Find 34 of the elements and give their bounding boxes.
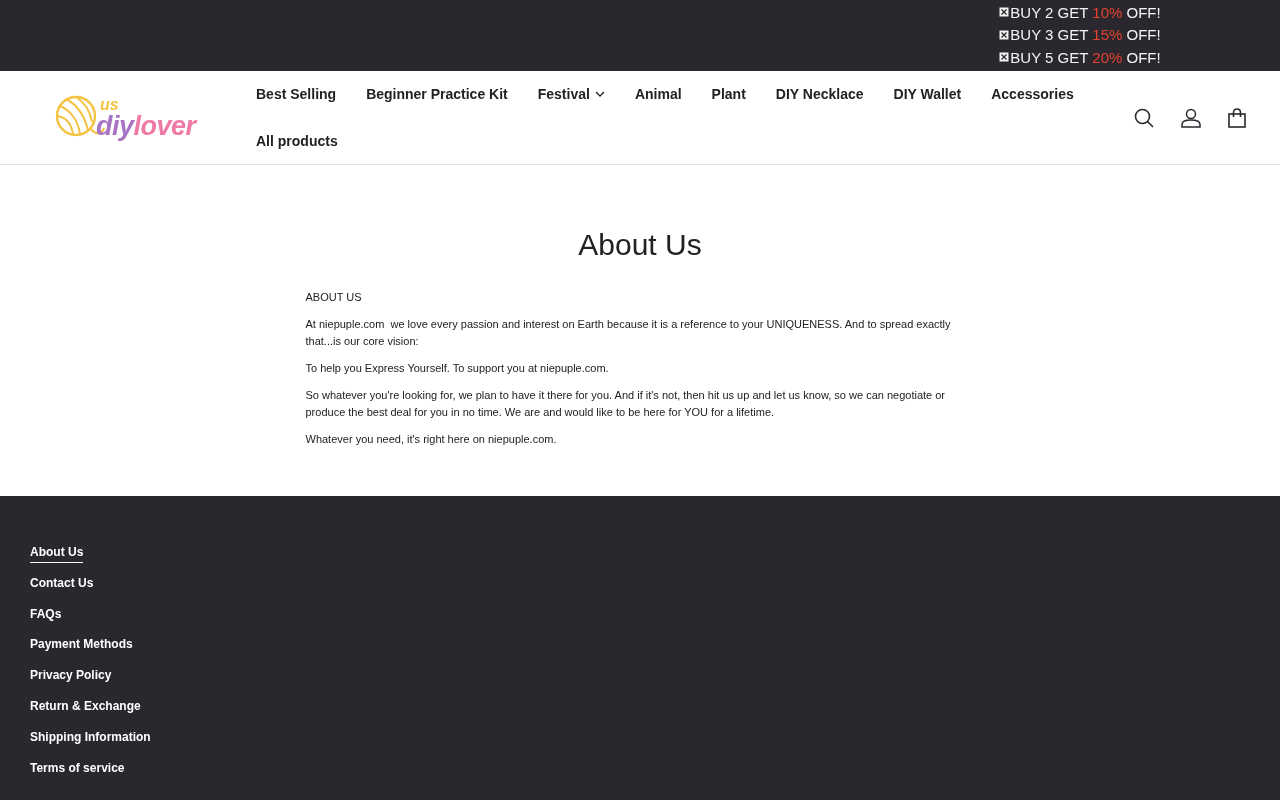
page-title: About Us: [578, 227, 702, 263]
nav-link[interactable]: Festival: [537, 71, 605, 118]
logo-wordmark: diylover: [96, 111, 196, 140]
body-paragraph: To help you Express Yourself. To support you at niepuple.com.: [305, 361, 610, 376]
body-paragraph: Whatever you need, it's right here on niepuple.com.: [305, 432, 558, 447]
footer-link[interactable]: Contact Us: [30, 574, 94, 594]
body-paragraph: At niepuple.com we love every passion and interest on Earth because it is a reference to your UNIQUENESS. And to spread exactly that...is our core vision:: [305, 317, 952, 349]
boxed-x-icon: [999, 7, 1010, 18]
footer-link[interactable]: About Us: [30, 544, 84, 563]
boxed-x-icon: [999, 29, 1010, 40]
boxed-x-icon: [999, 52, 1010, 63]
nav-link[interactable]: DIY Wallet: [893, 71, 962, 118]
user-icon[interactable]: [1181, 107, 1201, 128]
nav-link[interactable]: Plant: [711, 71, 746, 118]
footer-link[interactable]: Terms of service: [30, 759, 125, 779]
footer-link[interactable]: Return & Exchange: [30, 698, 141, 717]
promo-text: BUY 5 GET 20% OFF!: [1010, 48, 1161, 66]
body-paragraph: So whatever you're looking for, we plan to have it there for you. And if it's not, then hit us up and let us know, so we can negotiate or produce the best deal for you in no time. We are and would like to be here for YOU for a lifetime.: [305, 388, 947, 420]
footer-link[interactable]: Shipping Information: [30, 728, 151, 748]
footer-link[interactable]: Payment Methods: [30, 636, 133, 656]
logo-small-text: us: [100, 97, 120, 112]
promo-text: BUY 2 GET 10% OFF!: [1010, 3, 1161, 21]
nav-link[interactable]: Accessories: [991, 71, 1074, 118]
promo-text: BUY 3 GET 15% OFF!: [1010, 26, 1161, 44]
nav-link[interactable]: Best Selling: [256, 71, 337, 118]
nav-link[interactable]: Animal: [634, 71, 682, 118]
nav-link[interactable]: DIY Necklace: [775, 71, 864, 118]
footer-link[interactable]: Privacy Policy: [30, 667, 112, 687]
nav-link[interactable]: All products: [256, 117, 338, 164]
search-icon[interactable]: [1134, 107, 1154, 128]
shopping-bag-icon[interactable]: [1228, 107, 1246, 128]
footer-link[interactable]: FAQs: [30, 605, 62, 625]
body-paragraph: ABOUT US: [305, 290, 363, 305]
nav-link[interactable]: Beginner Practice Kit: [366, 71, 508, 118]
